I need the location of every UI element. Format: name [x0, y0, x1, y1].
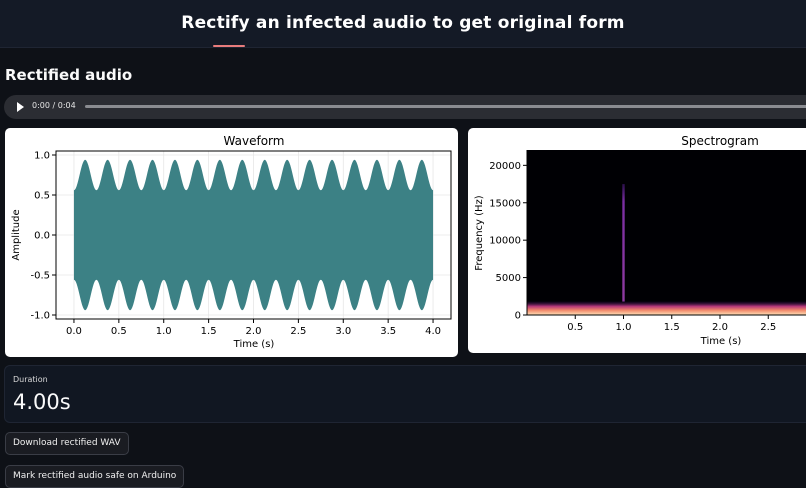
- x-tick-label: 3.0: [335, 326, 351, 337]
- y-tick-label: 10000: [489, 236, 521, 247]
- x-tick-label: 1.0: [156, 326, 172, 337]
- x-axis-label: Time (s): [233, 339, 275, 350]
- x-tick-label: 2.0: [712, 322, 728, 333]
- spectrogram-low-band: [527, 301, 806, 315]
- y-tick-label: 0: [515, 311, 521, 322]
- x-tick-label: 1.0: [616, 322, 632, 333]
- y-tick-label: -1.0: [30, 311, 50, 322]
- x-tick-label: 2.5: [760, 322, 776, 333]
- audio-player[interactable]: 0:00 / 0:04: [4, 95, 806, 119]
- x-tick-label: 1.5: [201, 326, 217, 337]
- x-tick-label: 0.0: [66, 326, 82, 337]
- y-tick-label: 15000: [489, 198, 521, 209]
- x-tick-label: 2.5: [290, 326, 306, 337]
- spectrogram-plot: Spectrogram 0.5 1.0 1.5 2.0 2.5 0 5000 10000 150…: [474, 134, 806, 347]
- chart-title: Spectrogram: [681, 134, 759, 148]
- x-tick-label: 1.5: [664, 322, 680, 333]
- y-axis-label: Amplitude: [11, 209, 22, 260]
- y-tick-label: 5000: [496, 273, 521, 284]
- audio-seek-bar[interactable]: [85, 105, 806, 108]
- y-axis-label: Frequency (Hz): [474, 195, 485, 271]
- spectrogram-heatmap: [527, 150, 806, 315]
- x-axis-label: Time (s): [700, 336, 742, 347]
- chart-title: Waveform: [224, 134, 285, 148]
- spectrogram-chart: Spectrogram 0.5 1.0 1.5 2.0 2.5 0 5000 10000 150…: [468, 128, 806, 353]
- play-icon[interactable]: [17, 102, 24, 112]
- download-wav-button[interactable]: Download rectified WAV: [5, 432, 129, 455]
- x-tick-label: 2.0: [246, 326, 262, 337]
- x-tick-label: 3.5: [380, 326, 396, 337]
- x-tick-label: 0.5: [111, 326, 127, 337]
- y-tick-label: 0.5: [34, 191, 50, 202]
- x-tick-label: 4.0: [425, 326, 441, 337]
- y-tick-label: 20000: [489, 161, 521, 172]
- active-tab-indicator: [213, 45, 245, 47]
- y-tick-label: 1.0: [34, 151, 50, 162]
- metric-label: Duration: [13, 375, 48, 384]
- section-title: Rectified audio: [5, 66, 133, 84]
- duration-metric: Duration 4.00s: [4, 365, 806, 423]
- app-header: Rectify an infected audio to get origina…: [0, 0, 806, 48]
- metric-value: 4.00s: [13, 390, 71, 414]
- mark-safe-button[interactable]: Mark rectified audio safe on Arduino: [5, 465, 185, 488]
- x-tick-label: 0.5: [567, 322, 583, 333]
- waveform-chart: Waveform 0.0 0.5 1.0 1.5 2.0 2.5 3.0 3.5 4.0 -1.0…: [5, 128, 458, 357]
- y-tick-label: 0.0: [34, 231, 50, 242]
- page-title: Rectify an infected audio to get origina…: [181, 13, 625, 33]
- spectrogram-spike: [622, 184, 625, 302]
- audio-time: 0:00 / 0:04: [32, 101, 76, 110]
- waveform-plot: Waveform 0.0 0.5 1.0 1.5 2.0 2.5 3.0 3.5 4.0 -1.0…: [11, 134, 452, 350]
- y-tick-label: -0.5: [30, 271, 50, 282]
